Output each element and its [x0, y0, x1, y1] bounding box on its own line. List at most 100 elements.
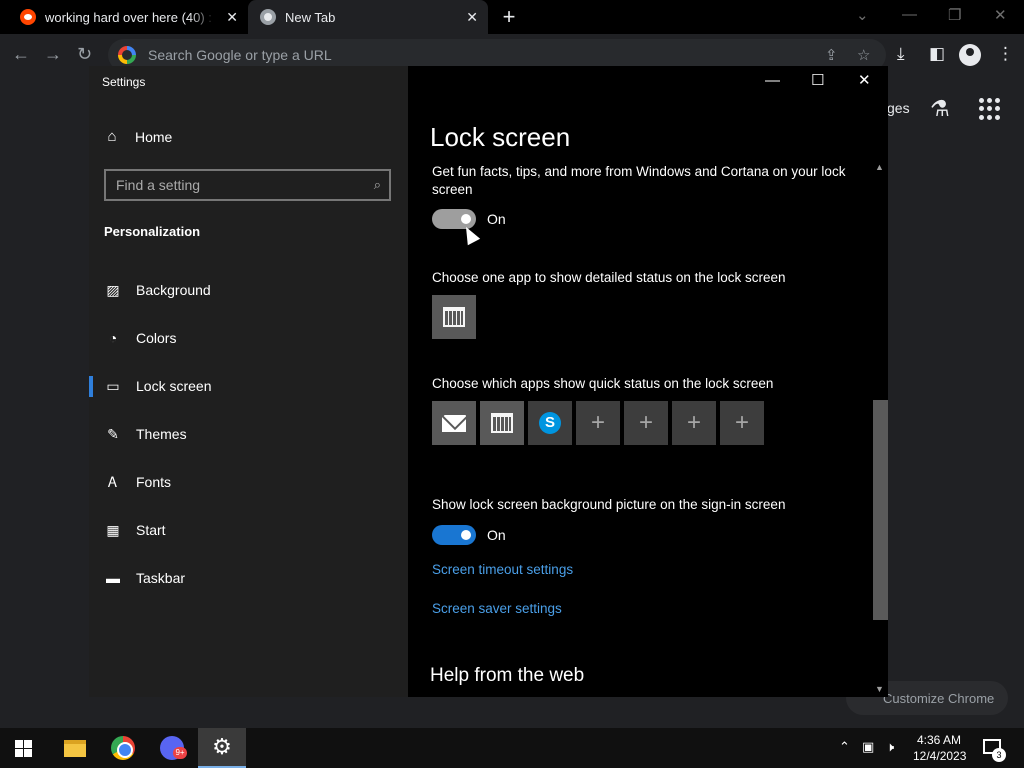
tab-new-tab[interactable]: New Tab ✕: [248, 0, 488, 34]
omnibox-placeholder: Search Google or type a URL: [148, 47, 332, 63]
settings-minimize-button[interactable]: —: [765, 71, 780, 91]
sidebar-item-fonts[interactable]: Ꭺ Fonts: [89, 462, 408, 502]
labs-flask-icon[interactable]: ⚗: [930, 96, 950, 122]
volume-muted-icon[interactable]: 🕨: [886, 739, 894, 755]
quick-status-calendar-tile[interactable]: [480, 401, 524, 445]
lock-screen-icon: ▭: [106, 377, 120, 394]
detailed-status-label: Choose one app to show detailed status o…: [432, 270, 786, 285]
taskbar-file-explorer[interactable]: [51, 728, 99, 768]
sidebar-item-background[interactable]: ▨ Background: [89, 270, 408, 310]
chrome-favicon-icon: [260, 9, 276, 25]
plus-icon: +: [638, 409, 653, 436]
screen-timeout-link[interactable]: Screen timeout settings: [432, 562, 573, 577]
taskbar-chrome[interactable]: [99, 728, 147, 768]
quick-status-skype-tile[interactable]: S: [528, 401, 572, 445]
page-title: Lock screen: [430, 122, 571, 152]
tab-title: working hard over here (40) : Bi: [45, 9, 215, 25]
settings-maximize-button[interactable]: ☐: [811, 71, 824, 91]
home-icon: ⌂: [107, 128, 117, 145]
brush-icon: ✎: [107, 425, 119, 442]
fun-facts-state: On: [487, 211, 506, 227]
reddit-favicon-icon: [20, 9, 36, 25]
taskbar-clock[interactable]: 4:36 AM 12/4/2023: [913, 732, 967, 764]
home-label: Home: [135, 128, 173, 145]
forward-button[interactable]: →: [44, 44, 62, 64]
browser-close-button[interactable]: ✕: [994, 6, 1007, 24]
detailed-status-app-tile[interactable]: [432, 295, 476, 339]
search-icon[interactable]: ⌕: [374, 177, 381, 193]
ntp-images-link[interactable]: ges: [887, 100, 910, 116]
network-icon[interactable]: ▣: [862, 739, 874, 755]
signin-background-toggle[interactable]: [432, 525, 476, 545]
chrome-icon: [111, 736, 135, 760]
settings-window: Settings ⌂ Home ⌕ Personalization ▨ Back…: [89, 66, 888, 697]
clock-date: 12/4/2023: [913, 749, 967, 763]
sidebar-item-label: Fonts: [136, 474, 172, 490]
discord-badge: 9+: [173, 747, 187, 759]
taskbar-icon: ▬: [106, 570, 120, 586]
sidebar-item-lock-screen[interactable]: ▭ Lock screen: [89, 366, 408, 406]
home-nav-item[interactable]: ⌂ Home: [104, 128, 172, 145]
scrollbar-thumb[interactable]: [873, 400, 888, 620]
notification-count: 3: [992, 748, 1006, 762]
side-panel-icon[interactable]: ◧: [929, 44, 945, 64]
calendar-icon: [443, 307, 465, 327]
sidebar-item-label: Colors: [136, 330, 177, 346]
start-icon: ▦: [106, 521, 120, 538]
folder-icon: [64, 739, 86, 757]
sidebar-item-start[interactable]: ▦ Start: [89, 510, 408, 550]
font-icon: Ꭺ: [108, 473, 118, 490]
image-icon: ▨: [106, 281, 120, 298]
tab-close-icon[interactable]: ✕: [226, 9, 238, 25]
sidebar-item-label: Taskbar: [136, 570, 186, 586]
quick-status-mail-tile[interactable]: [432, 401, 476, 445]
settings-content: — ☐ ✕ Lock screen Get fun facts, tips, a…: [408, 66, 888, 697]
quick-status-add-tile[interactable]: +: [624, 401, 668, 445]
taskbar-settings[interactable]: ⚙: [198, 728, 246, 768]
scroll-down-icon[interactable]: ▼: [875, 684, 884, 694]
fun-facts-label: Get fun facts, tips, and more from Windo…: [432, 164, 846, 197]
discord-icon: 9+: [160, 736, 187, 760]
find-setting-input[interactable]: [116, 177, 356, 193]
chrome-menu-icon[interactable]: ⋮: [997, 44, 1014, 64]
reload-button[interactable]: ↻: [77, 44, 92, 64]
sidebar-item-themes[interactable]: ✎ Themes: [89, 414, 408, 454]
tab-search-dropdown-icon[interactable]: ⌄: [856, 6, 869, 24]
browser-minimize-button[interactable]: —: [902, 6, 917, 23]
sidebar-item-colors[interactable]: ◔ Colors: [89, 318, 408, 358]
clock-time: 4:36 AM: [916, 733, 962, 747]
profile-avatar-icon[interactable]: [959, 44, 981, 66]
signin-background-label: Show lock screen background picture on t…: [432, 497, 786, 512]
browser-restore-button[interactable]: ❐: [948, 6, 961, 24]
tab-reddit[interactable]: working hard over here (40) : Bi ✕: [10, 0, 248, 34]
tray-chevron-up-icon[interactable]: ⌃: [839, 739, 850, 755]
quick-status-add-tile[interactable]: +: [720, 401, 764, 445]
quick-status-add-tile[interactable]: +: [576, 401, 620, 445]
bookmark-star-icon[interactable]: ☆: [857, 46, 870, 64]
taskbar-discord[interactable]: 9+: [148, 728, 196, 768]
plus-icon: +: [734, 409, 749, 436]
quick-status-label: Choose which apps show quick status on t…: [432, 376, 774, 391]
sidebar-item-label: Start: [136, 522, 166, 538]
settings-close-button[interactable]: ✕: [858, 71, 871, 91]
sidebar-item-label: Themes: [136, 426, 187, 442]
google-apps-icon[interactable]: [979, 98, 1001, 120]
find-setting-box[interactable]: ⌕: [104, 169, 391, 201]
plus-icon: +: [686, 409, 701, 436]
skype-icon: S: [539, 412, 561, 434]
scroll-up-icon[interactable]: ▲: [875, 162, 884, 172]
screen-saver-link[interactable]: Screen saver settings: [432, 601, 562, 616]
chrome-tab-strip: working hard over here (40) : Bi ✕ New T…: [0, 0, 1024, 34]
tab-close-icon[interactable]: ✕: [466, 9, 478, 25]
back-button[interactable]: ←: [12, 44, 30, 64]
download-icon[interactable]: ⤓: [897, 44, 905, 64]
sidebar-item-label: Lock screen: [136, 378, 212, 394]
windows-start-icon[interactable]: [15, 740, 32, 757]
gear-icon: ⚙: [212, 734, 232, 759]
sidebar-item-taskbar[interactable]: ▬ Taskbar: [89, 558, 408, 598]
tab-title: New Tab: [285, 9, 336, 25]
plus-icon: +: [590, 409, 605, 436]
new-tab-button[interactable]: +: [497, 5, 521, 29]
quick-status-add-tile[interactable]: +: [672, 401, 716, 445]
share-icon[interactable]: ⇪: [825, 46, 838, 64]
